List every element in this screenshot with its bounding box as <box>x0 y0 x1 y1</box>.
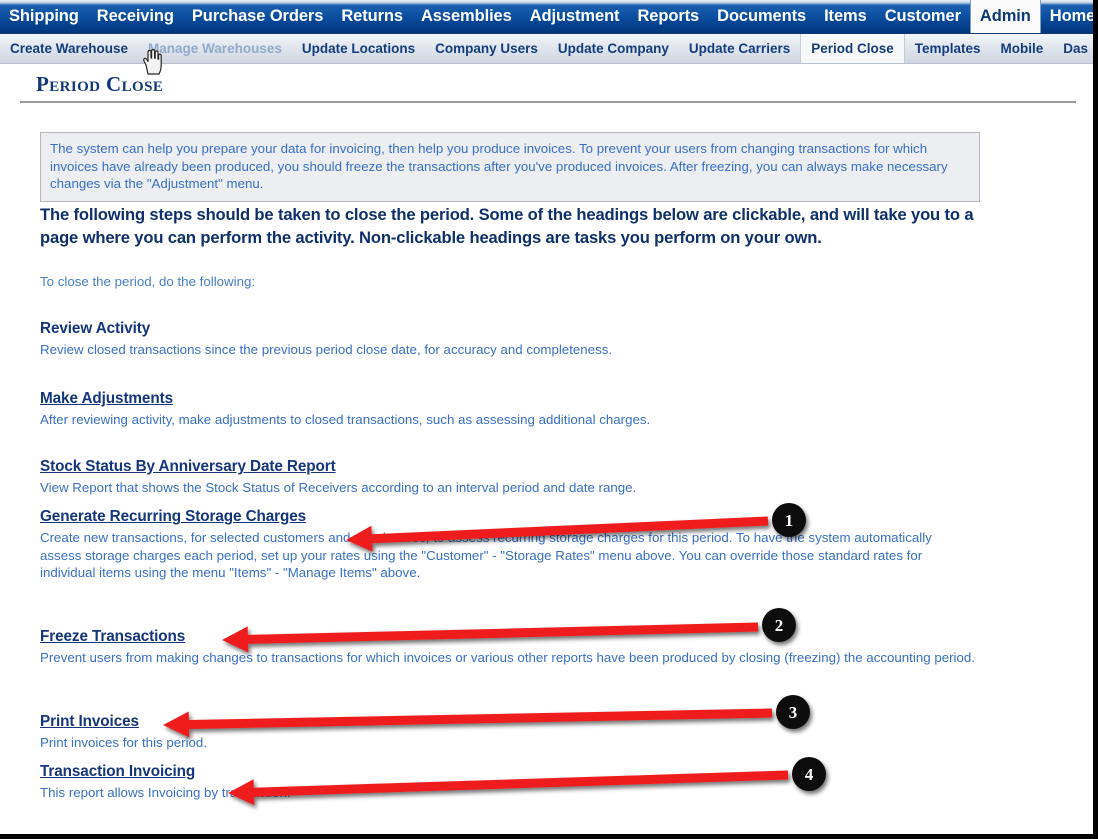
secondary-nav-item-das[interactable]: Das <box>1053 34 1093 63</box>
step-title-freeze-transactions[interactable]: Freeze Transactions <box>40 628 185 646</box>
primary-nav-item-returns[interactable]: Returns <box>332 0 412 33</box>
primary-nav-item-admin[interactable]: Admin <box>969 0 1041 33</box>
step-title-print-invoices[interactable]: Print Invoices <box>40 713 139 731</box>
step-section: Generate Recurring Storage Charges Create… <box>40 508 976 582</box>
info-box: The system can help you prepare your dat… <box>40 132 980 202</box>
step-description: Prevent users from making changes to tra… <box>40 650 975 665</box>
step-section: Make Adjustments After reviewing activity… <box>40 390 800 429</box>
page-title-container: Period Close <box>0 72 1093 103</box>
secondary-nav-item-create-warehouse[interactable]: Create Warehouse <box>0 34 138 63</box>
title-divider <box>20 101 1076 103</box>
step-title-stock-status-by-anniversary-date-report[interactable]: Stock Status By Anniversary Date Report <box>40 458 336 476</box>
primary-nav-item-receiving[interactable]: Receiving <box>88 0 183 33</box>
step-description: Review closed transactions since the pre… <box>40 342 613 357</box>
primary-nav-item-purchase-orders[interactable]: Purchase Orders <box>183 0 332 33</box>
step-description: Print invoices for this period. <box>40 735 208 750</box>
step-title-review-activity: Review Activity <box>40 320 151 337</box>
step-section: Freeze Transactions Prevent users from ma… <box>40 628 976 667</box>
steps-intro-text: To close the period, do the following: <box>40 274 256 289</box>
primary-nav-item-shipping[interactable]: Shipping <box>0 0 88 33</box>
step-title-make-adjustments[interactable]: Make Adjustments <box>40 390 173 408</box>
secondary-navigation-bar: Create Warehouse Manage Warehouses Update … <box>0 34 1093 64</box>
step-description: View Report that shows the Stock Status … <box>40 480 637 495</box>
page-title: Period Close <box>36 72 164 96</box>
main-content: The system can help you prepare your dat… <box>0 108 1093 834</box>
step-section: Stock Status By Anniversary Date Report V… <box>40 458 800 497</box>
primary-nav-item-assemblies[interactable]: Assemblies <box>412 0 521 33</box>
steps-heading: The following steps should be taken to c… <box>40 205 974 247</box>
secondary-nav-item-company-users[interactable]: Company Users <box>425 34 548 63</box>
step-description: After reviewing activity, make adjustmen… <box>40 412 651 427</box>
secondary-nav-item-update-company[interactable]: Update Company <box>548 34 679 63</box>
primary-nav-item-adjustment[interactable]: Adjustment <box>521 0 629 33</box>
secondary-nav-item-manage-warehouses[interactable]: Manage Warehouses <box>138 34 292 63</box>
secondary-nav-item-update-carriers[interactable]: Update Carriers <box>679 34 800 63</box>
step-section: Transaction Invoicing This report allows … <box>40 763 800 802</box>
secondary-nav-item-templates[interactable]: Templates <box>905 34 991 63</box>
step-section: Print Invoices Print invoices for this pe… <box>40 713 800 752</box>
step-description: This report allows Invoicing by transact… <box>40 785 291 800</box>
step-description: Create new transactions, for selected cu… <box>40 530 932 580</box>
primary-nav-item-items[interactable]: Items <box>815 0 876 33</box>
step-section: Review Activity Review closed transaction… <box>40 320 800 359</box>
primary-nav-item-customer[interactable]: Customer <box>876 0 970 33</box>
secondary-nav-item-period-close[interactable]: Period Close <box>800 34 905 63</box>
primary-nav-item-home[interactable]: Home <box>1041 0 1093 33</box>
primary-nav-item-reports[interactable]: Reports <box>628 0 708 33</box>
primary-nav-item-documents[interactable]: Documents <box>708 0 815 33</box>
step-title-generate-recurring-storage-charges[interactable]: Generate Recurring Storage Charges <box>40 508 306 526</box>
secondary-nav-item-mobile[interactable]: Mobile <box>991 34 1054 63</box>
primary-navigation-bar: Shipping Receiving Purchase Orders Returns A… <box>0 0 1093 34</box>
application-window: Shipping Receiving Purchase Orders Returns A… <box>0 0 1098 839</box>
step-title-transaction-invoicing[interactable]: Transaction Invoicing <box>40 763 195 781</box>
secondary-nav-item-update-locations[interactable]: Update Locations <box>292 34 425 63</box>
